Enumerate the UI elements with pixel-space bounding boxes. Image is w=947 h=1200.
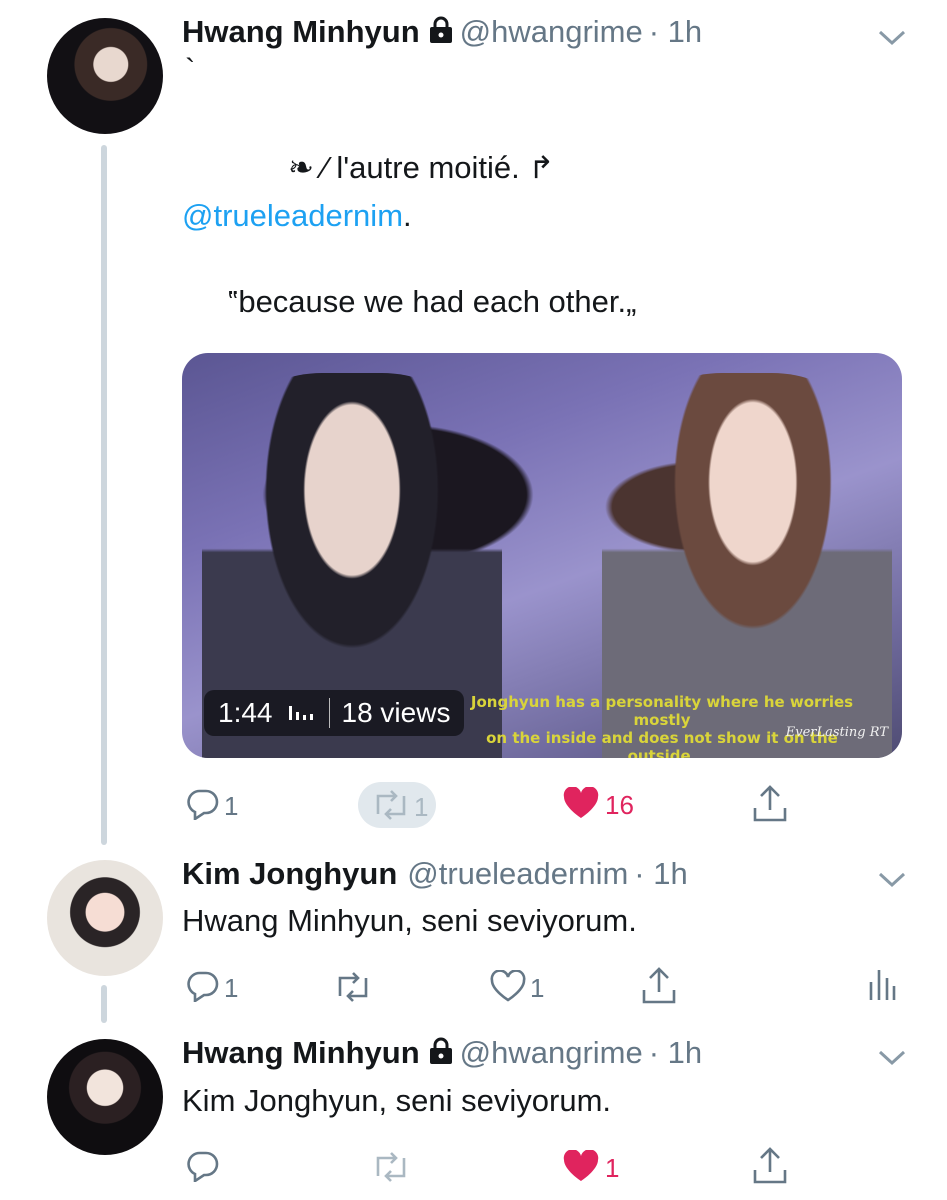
lock-icon (428, 16, 454, 49)
author-handle[interactable]: @hwangrime (460, 14, 643, 49)
retweet-button[interactable] (332, 972, 374, 1007)
like-button[interactable]: 16 (563, 786, 634, 824)
reply-button[interactable]: 1 (186, 788, 238, 825)
video-views: 18 views (341, 697, 451, 728)
tweet-mention-line: @trueleadernim. (182, 198, 412, 234)
tweet-time[interactable]: · 1h (649, 1035, 702, 1070)
thread-line (101, 145, 107, 845)
analytics-icon (868, 970, 896, 1006)
heart-filled-icon (563, 1149, 599, 1187)
like-count: 1 (605, 1153, 620, 1183)
tweet-time[interactable]: · 1h (634, 856, 687, 891)
tweet-time[interactable]: · 1h (649, 14, 702, 49)
chevron-down-icon[interactable] (878, 30, 906, 51)
chevron-down-icon[interactable] (878, 872, 906, 893)
tweet-quote-line: ‟because we had each other.„ (228, 284, 637, 319)
reply-icon (186, 970, 220, 1007)
analytics-button[interactable] (868, 966, 896, 1007)
tweet-header: Hwang Minhyun @hwangrime · 1h (182, 14, 702, 50)
author-handle[interactable]: @hwangrime (460, 1035, 643, 1070)
share-button[interactable] (641, 966, 677, 1011)
share-icon (752, 1147, 788, 1190)
share-icon (641, 967, 677, 1010)
reply-button[interactable]: 1 (186, 970, 238, 1007)
heart-outline-icon (490, 969, 526, 1007)
avatar[interactable] (47, 18, 163, 134)
like-count: 1 (530, 973, 545, 1003)
like-button[interactable]: 1 (490, 969, 545, 1007)
thread-line (101, 985, 107, 1023)
video-info-overlay: 1:44 18 views (204, 690, 465, 736)
share-button[interactable] (752, 1146, 788, 1191)
like-count: 16 (605, 790, 634, 820)
retweet-button[interactable] (370, 1152, 412, 1187)
video-duration: 1:44 (218, 697, 273, 728)
tweet-text-tick: ` (185, 52, 196, 87)
tweet-text-line: ❧ ⁄ l'autre moitié. ↱ (288, 150, 555, 185)
retweet-count: 1 (414, 792, 429, 822)
avatar[interactable] (47, 1039, 163, 1155)
tweet-text: Hwang Minhyun, seni seviyorum. (182, 903, 637, 938)
author-name[interactable]: Hwang Minhyun (182, 1035, 420, 1070)
author-name[interactable]: Kim Jonghyun (182, 856, 397, 891)
views-bars-icon (287, 697, 317, 729)
avatar[interactable] (47, 860, 163, 976)
like-button[interactable]: 1 (563, 1149, 620, 1187)
retweet-icon (332, 972, 374, 1006)
share-icon (752, 785, 788, 828)
mention-link[interactable]: @trueleadernim (182, 198, 403, 233)
reply-icon (186, 788, 220, 825)
reply-count: 1 (224, 973, 239, 1003)
reply-button[interactable] (186, 1150, 220, 1187)
author-name[interactable]: Hwang Minhyun (182, 14, 420, 49)
reply-count: 1 (224, 791, 239, 821)
tweet-header: Hwang Minhyun @hwangrime · 1h (182, 1035, 702, 1071)
lock-icon (428, 1037, 454, 1070)
tweet-header: Kim Jonghyun @trueleadernim · 1h (182, 856, 688, 892)
retweet-button[interactable]: 1 (370, 790, 428, 825)
video-watermark: EverLasting RT (785, 725, 888, 740)
chevron-down-icon[interactable] (878, 1050, 906, 1071)
mention-suffix: . (403, 198, 412, 233)
retweet-icon (370, 1152, 412, 1186)
reply-icon (186, 1151, 220, 1186)
retweet-icon (370, 790, 412, 825)
share-button[interactable] (752, 784, 788, 829)
author-handle[interactable]: @trueleadernim (407, 856, 628, 891)
video-subtitle-line: Jonghyun has a personality where he worr… (470, 693, 854, 729)
heart-filled-icon (563, 786, 599, 824)
divider (328, 698, 330, 728)
tweet-text: Kim Jonghyun, seni seviyorum. (182, 1083, 612, 1118)
